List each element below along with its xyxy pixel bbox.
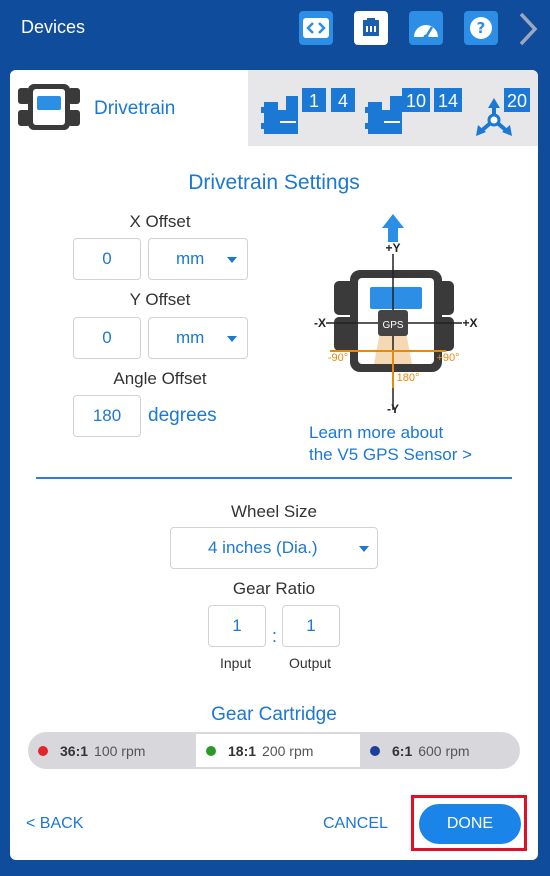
- learn-more-line-1: Learn more about: [309, 423, 444, 442]
- svg-text:+Y: +Y: [385, 241, 400, 255]
- gps-orientation-diagram: +Y GPS -X +X -90° +90° 180° -Y: [314, 214, 478, 416]
- cancel-button[interactable]: CANCEL: [323, 815, 388, 833]
- device-name: Drivetrain: [94, 98, 176, 119]
- drivetrain-icon: [18, 84, 80, 130]
- cartridge-ratio: 6:1: [392, 742, 413, 759]
- svg-text:-90°: -90°: [328, 352, 348, 364]
- cartridge-rpm: 200 rpm: [262, 742, 314, 759]
- wheel-size-select[interactable]: 4 inches (Dia.): [170, 527, 378, 569]
- page-title: Devices: [21, 17, 86, 37]
- cartridge-ratio: 36:1: [60, 742, 89, 759]
- dashboard-icon: [414, 25, 438, 39]
- red-dot-icon: [38, 745, 48, 756]
- output-label: Output: [289, 655, 332, 671]
- done-button[interactable]: DONE: [419, 804, 521, 844]
- y-offset-unit-select[interactable]: mm: [148, 317, 248, 359]
- y-offset-label: Y Offset: [129, 290, 191, 309]
- angle-offset-input[interactable]: 180: [73, 395, 141, 437]
- device-panel: Drivetrain 1 4 10 14 20 Drivetrain Setti…: [10, 70, 538, 860]
- y-offset-unit: mm: [176, 328, 205, 347]
- section-divider: [36, 477, 512, 479]
- arrow-up-icon: [382, 214, 404, 242]
- port-number: 4: [338, 91, 348, 111]
- cartridge-rpm: 100 rpm: [94, 742, 146, 759]
- gps-port[interactable]: 20: [472, 80, 534, 140]
- svg-text:?: ?: [477, 19, 486, 37]
- svg-text:180°: 180°: [397, 372, 420, 384]
- code-button[interactable]: [299, 11, 333, 45]
- gear-ratio-input-field[interactable]: 1: [208, 605, 266, 647]
- cartridge-option-36-1[interactable]: 36:1 100 rpm: [38, 734, 188, 767]
- green-dot-icon: [206, 745, 216, 756]
- svg-text:+X: +X: [462, 316, 477, 330]
- settings-title: Drivetrain Settings: [188, 171, 360, 194]
- svg-text:-X: -X: [314, 316, 326, 330]
- port-number: 1: [309, 91, 319, 111]
- dashboard-button[interactable]: [409, 11, 443, 45]
- left-motor-ports[interactable]: 1 4: [260, 80, 360, 140]
- chevron-right-icon[interactable]: [512, 10, 542, 48]
- chevron-down-icon: [227, 336, 237, 342]
- y-offset-input[interactable]: 0: [73, 317, 141, 359]
- chevron-down-icon: [227, 257, 237, 263]
- svg-text:+90°: +90°: [436, 352, 459, 364]
- cartridge-rpm: 600 rpm: [418, 742, 470, 759]
- back-button[interactable]: < BACK: [26, 815, 83, 833]
- wheel-size-value: 4 inches (Dia.): [208, 538, 318, 557]
- help-icon: ?: [470, 17, 492, 39]
- blue-dot-icon: [370, 745, 380, 756]
- code-icon: [303, 18, 329, 38]
- devices-button[interactable]: [354, 11, 388, 45]
- x-offset-unit-select[interactable]: mm: [148, 238, 248, 280]
- learn-more-gps-link[interactable]: Learn more about the V5 GPS Sensor >: [309, 422, 472, 466]
- gear-ratio-label: Gear Ratio: [232, 579, 316, 598]
- svg-text:-Y: -Y: [387, 402, 399, 416]
- ratio-separator: :: [272, 626, 278, 646]
- x-offset-unit: mm: [176, 249, 205, 268]
- input-label: Input: [220, 655, 252, 671]
- gear-cartridge-title: Gear Cartridge: [211, 704, 337, 725]
- angle-unit-label: degrees: [148, 405, 217, 426]
- cartridge-option-18-1[interactable]: 18:1 200 rpm: [196, 734, 360, 767]
- right-motor-ports[interactable]: 10 14: [364, 80, 468, 140]
- wheel-size-label: Wheel Size: [231, 502, 317, 521]
- gear-ratio-output-field[interactable]: 1: [282, 605, 340, 647]
- x-offset-label: X Offset: [129, 212, 191, 231]
- cartridge-ratio: 18:1: [228, 742, 257, 759]
- port-number: 14: [438, 91, 458, 111]
- angle-offset-label: Angle Offset: [113, 369, 207, 388]
- top-bar: Devices ?: [0, 0, 550, 62]
- chevron-down-icon: [359, 546, 369, 552]
- device-header: Drivetrain 1 4 10 14 20: [10, 70, 538, 146]
- svg-text:GPS: GPS: [382, 320, 403, 331]
- port-number: 10: [406, 91, 426, 111]
- learn-more-line-2: the V5 GPS Sensor >: [309, 445, 473, 464]
- x-offset-input[interactable]: 0: [73, 238, 141, 280]
- help-button[interactable]: ?: [464, 11, 498, 45]
- gear-cartridge-selector: 36:1 100 rpm 18:1 200 rpm 6:1 600 rpm: [28, 732, 520, 769]
- cartridge-option-6-1[interactable]: 6:1 600 rpm: [370, 734, 510, 767]
- device-tab-drivetrain[interactable]: Drivetrain: [10, 70, 248, 146]
- ports-icon: [363, 18, 379, 36]
- port-number: 20: [507, 91, 527, 111]
